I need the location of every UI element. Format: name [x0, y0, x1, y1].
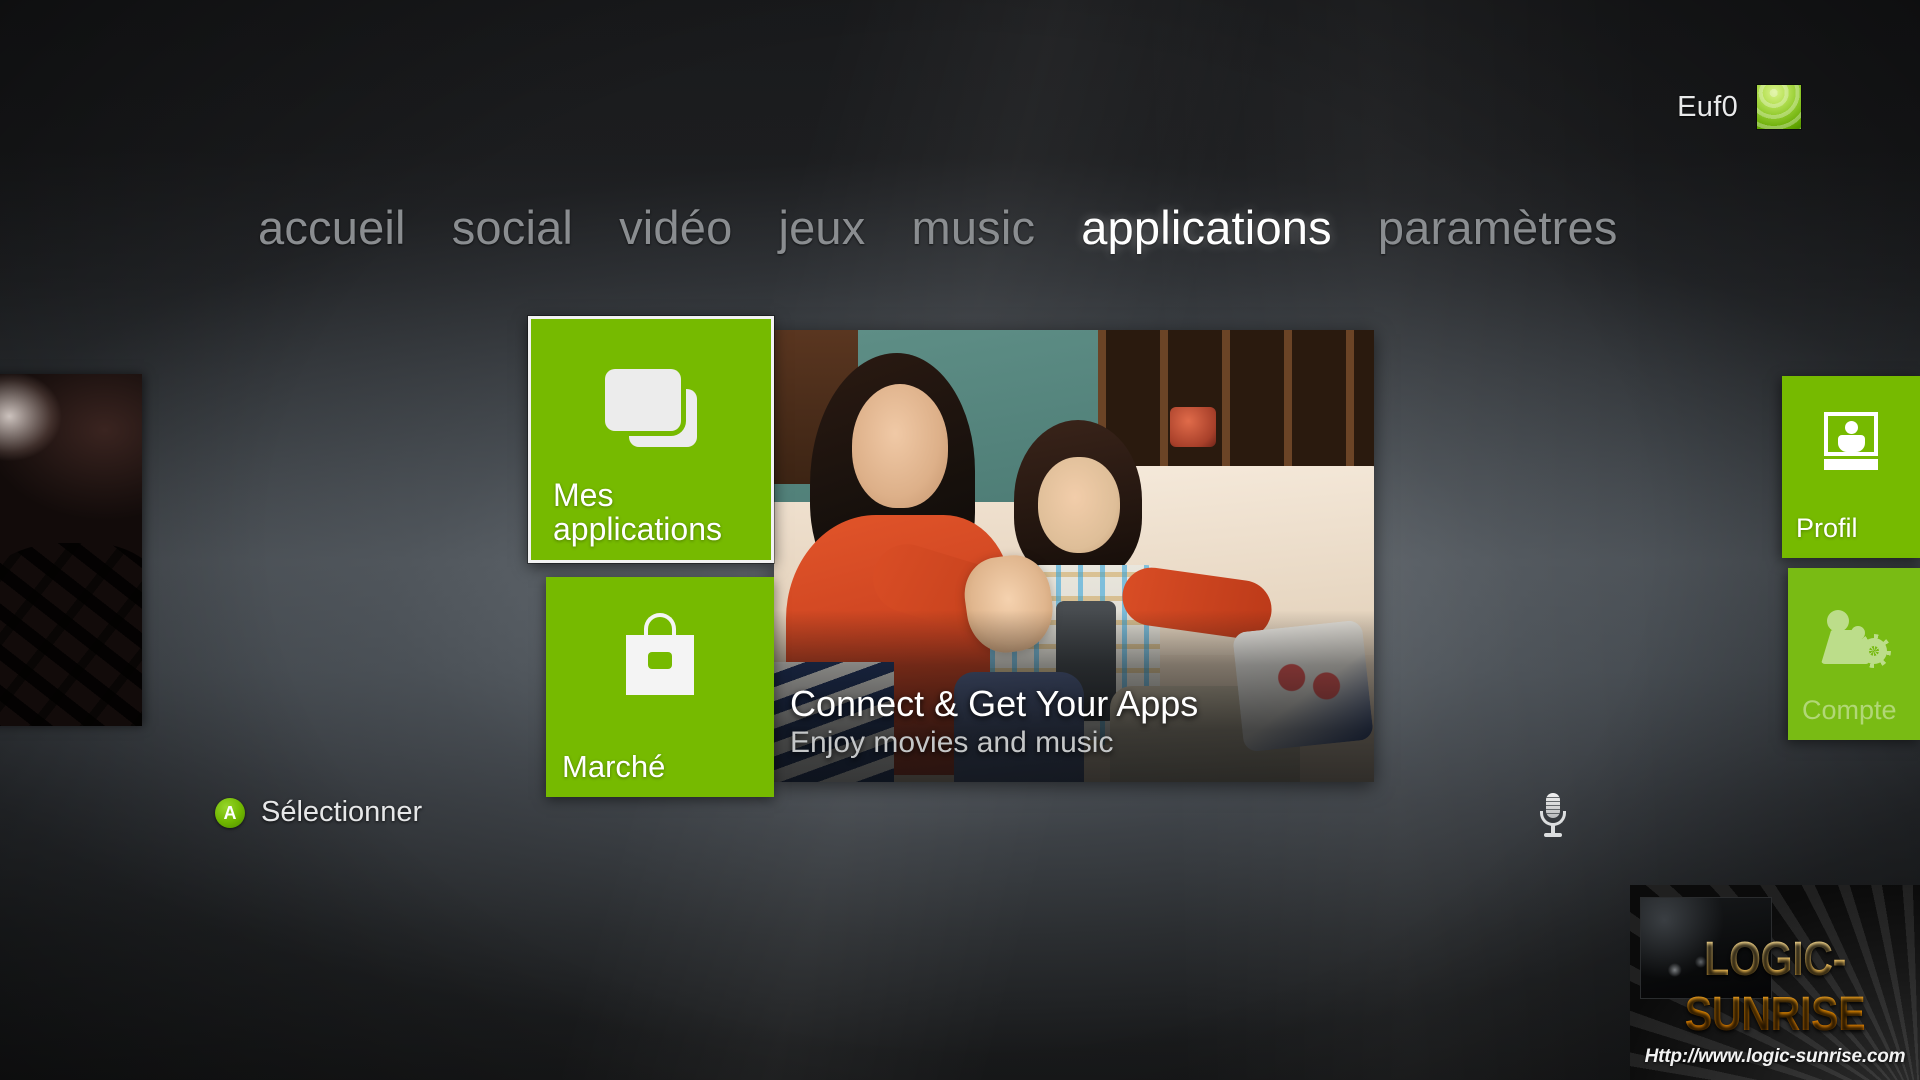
site-watermark: LOGIC-SUNRISE Http://www.logic-sunrise.c… [1630, 885, 1920, 1080]
family-settings-icon [1788, 610, 1920, 668]
watermark-url-text: Http://www.logic-sunrise.com [1644, 1046, 1906, 1067]
tile-mes-applications[interactable]: Mes applications [528, 316, 774, 563]
a-button-glyph: A [223, 802, 237, 823]
microphone-icon[interactable] [1539, 793, 1567, 837]
stacked-cards-icon [531, 369, 771, 447]
app-tile-column: Mes applications Marché [528, 316, 774, 797]
profile-portrait-icon [1782, 412, 1920, 470]
promo-banner[interactable]: Connect & Get Your Apps Enjoy movies and… [774, 330, 1374, 782]
gamerpic-avatar[interactable] [1756, 84, 1802, 130]
tile-mes-applications-label: Mes applications [553, 479, 757, 546]
tile-label-line-1: Mes [553, 477, 614, 514]
banner-text-block: Connect & Get Your Apps Enjoy movies and… [790, 683, 1358, 760]
tile-profil-label: Profil [1796, 513, 1858, 543]
tile-profil[interactable]: Profil [1782, 376, 1920, 558]
action-hint: A Sélectionner [215, 796, 422, 829]
gamertag-label: Euf0 [1677, 90, 1738, 123]
watermark-logo-text: LOGIC-SUNRISE [1650, 932, 1899, 1042]
tile-marche-label: Marché [562, 748, 666, 784]
nav-tab-video[interactable]: vidéo [619, 200, 732, 255]
tile-label-line-2: applications [553, 510, 722, 547]
shopping-bag-icon [546, 613, 774, 695]
previous-panel-photo [0, 374, 142, 726]
action-hint-label: Sélectionner [261, 796, 423, 828]
right-rail: Profil Compte [1782, 376, 1920, 740]
dashboard-screen: Euf0 accueil social vidéo jeux music app… [0, 0, 1920, 1080]
tile-marche[interactable]: Marché [546, 577, 774, 797]
tile-compte[interactable]: Compte [1788, 568, 1920, 740]
previous-panel-peek[interactable] [0, 374, 142, 726]
nav-tab-jeux[interactable]: jeux [778, 200, 865, 255]
banner-title: Connect & Get Your Apps [790, 683, 1199, 725]
tile-compte-label: Compte [1802, 695, 1897, 725]
banner-subtitle: Enjoy movies and music [790, 726, 1114, 760]
nav-tab-applications[interactable]: applications [1081, 200, 1332, 255]
nav-tab-parametres[interactable]: paramètres [1378, 200, 1618, 255]
gamertag-area[interactable]: Euf0 [1677, 84, 1802, 130]
a-button-icon: A [215, 797, 245, 828]
main-navigation: accueil social vidéo jeux music applicat… [258, 200, 1618, 255]
nav-tab-social[interactable]: social [452, 200, 573, 255]
nav-tab-music[interactable]: music [911, 200, 1035, 255]
nav-tab-accueil[interactable]: accueil [258, 200, 406, 255]
